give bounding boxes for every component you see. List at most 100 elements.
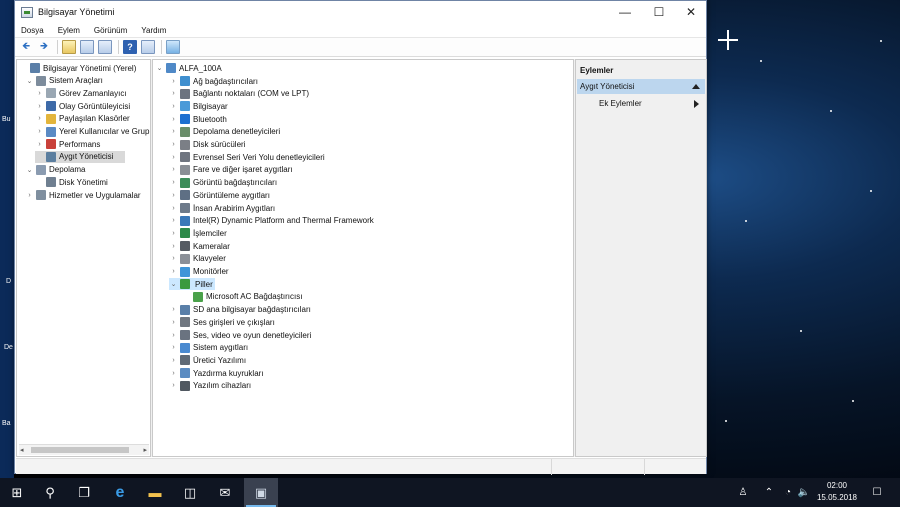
properties-icon[interactable] (98, 40, 112, 54)
device-category[interactable]: › Klavyeler (169, 253, 226, 265)
computer-management-taskbar-icon[interactable]: ▣ (244, 478, 278, 507)
expander-icon[interactable]: › (169, 306, 178, 313)
expander-icon[interactable]: ⌄ (25, 166, 34, 174)
device-category[interactable]: › İnsan Arabirim Aygıtları (169, 202, 275, 214)
scrollbar-thumb[interactable] (31, 447, 129, 453)
tree-item[interactable]: › Hizmetler ve Uygulamalar (25, 189, 141, 201)
device-category[interactable]: ⌄ Piller (169, 278, 215, 291)
device-category[interactable]: › Sistem aygıtları (169, 342, 248, 354)
menu-help[interactable]: Yardım (141, 26, 166, 35)
device-category[interactable]: › Bluetooth (169, 113, 227, 125)
edge-icon[interactable]: e (103, 478, 137, 507)
menu-file[interactable]: Dosya (21, 26, 44, 35)
actions-section-device-manager[interactable]: Aygıt Yöneticisi (577, 79, 705, 94)
expander-icon[interactable]: ⌄ (155, 64, 164, 72)
expander-icon[interactable]: › (169, 332, 178, 339)
device-root[interactable]: ⌄ ALFA_100A (155, 62, 222, 74)
device-category[interactable]: › Intel(R) Dynamic Platform and Thermal F… (169, 215, 374, 227)
expander-icon[interactable]: › (169, 192, 178, 199)
expander-icon[interactable]: › (35, 103, 44, 110)
expander-icon[interactable]: › (169, 243, 178, 250)
expander-icon[interactable]: › (169, 344, 178, 351)
network-icon[interactable]: ◔ (780, 478, 796, 507)
desktop-icon-label[interactable]: Ba (2, 420, 11, 427)
device-category[interactable]: › Görüntü bağdaştırıcıları (169, 177, 277, 189)
expander-icon[interactable]: ⌄ (25, 77, 34, 85)
store-icon[interactable]: ◫ (173, 478, 207, 507)
tree-item[interactable]: ⌄ Depolama (25, 164, 85, 176)
device-category[interactable]: › Bilgisayar (169, 100, 228, 112)
expander-icon[interactable]: › (169, 154, 178, 161)
expander-icon[interactable]: › (169, 319, 178, 326)
collapse-up-icon[interactable] (692, 84, 700, 89)
device-category[interactable]: › Görüntüleme aygıtları (169, 189, 270, 201)
tree-item[interactable]: › Görev Zamanlayıcı (35, 87, 127, 99)
expander-icon[interactable]: › (35, 90, 44, 97)
tree-item[interactable]: › Yerel Kullanıcılar ve Grup (35, 126, 149, 138)
device-category[interactable]: › Disk sürücüleri (169, 139, 245, 151)
device-category[interactable]: › Ses, video ve oyun denetleyicileri (169, 329, 311, 341)
device-category[interactable]: › Ağ bağdaştırıcıları (169, 75, 258, 87)
expander-icon[interactable]: › (169, 103, 178, 110)
device-category[interactable]: › SD ana bilgisayar bağdaştırıcıları (169, 304, 311, 316)
device-category[interactable]: › Kameralar (169, 240, 230, 252)
tree-item[interactable]: › Paylaşılan Klasörler (35, 113, 130, 125)
minimize-button[interactable]: — (608, 1, 642, 23)
start-icon[interactable]: ⊞ (0, 478, 34, 507)
forward-arrow-icon[interactable]: 🡺 (37, 40, 51, 54)
up-folder-icon[interactable] (62, 40, 76, 54)
tree-item[interactable]: Disk Yönetimi (35, 176, 108, 188)
desktop-icon-label[interactable]: Bu (2, 116, 11, 123)
expander-icon[interactable]: › (169, 230, 178, 237)
expander-icon[interactable]: › (169, 255, 178, 262)
expander-icon[interactable]: › (169, 166, 178, 173)
device-category[interactable]: › Depolama denetleyicileri (169, 126, 280, 138)
back-arrow-icon[interactable]: 🡸 (19, 40, 33, 54)
desktop-icon-label[interactable]: D (6, 278, 11, 285)
people-icon[interactable]: ♙ (734, 478, 752, 507)
expander-icon[interactable]: › (169, 128, 178, 135)
device-category[interactable]: › Monitörler (169, 266, 229, 278)
maximize-button[interactable]: ☐ (642, 1, 676, 23)
expander-icon[interactable]: › (169, 370, 178, 377)
expander-icon[interactable]: › (169, 217, 178, 224)
show-hide-tree-icon[interactable] (80, 40, 94, 54)
title-bar[interactable]: Bilgisayar Yönetimi — ☐ ✕ (15, 1, 706, 23)
search-icon[interactable]: ⚲ (33, 478, 67, 507)
expander-icon[interactable]: › (169, 90, 178, 97)
clock[interactable]: 02:00 15.05.2018 (808, 480, 866, 504)
expander-icon[interactable]: › (35, 115, 44, 122)
task-view-icon[interactable]: ❐ (67, 478, 101, 507)
action-pane-icon[interactable] (141, 40, 155, 54)
device-category[interactable]: › Yazılım cihazları (169, 380, 251, 392)
expander-icon[interactable]: › (35, 128, 44, 135)
tree-item[interactable]: Aygıt Yöneticisi (35, 150, 125, 163)
expander-icon[interactable]: › (169, 141, 178, 148)
device-category[interactable]: › Bağlantı noktaları (COM ve LPT) (169, 88, 309, 100)
device-category[interactable]: › Fare ve diğer işaret aygıtları (169, 164, 293, 176)
tree-item[interactable]: › Olay Görüntüleyicisi (35, 100, 130, 112)
expander-icon[interactable]: › (25, 192, 34, 199)
tree-item[interactable]: › Performans (35, 138, 100, 150)
horizontal-scrollbar[interactable]: ◂ ▸ (19, 444, 149, 455)
more-actions-item[interactable]: Ek Eylemler (577, 97, 705, 110)
device-category[interactable]: › İşlemciler (169, 227, 227, 239)
mail-icon[interactable]: ✉ (208, 478, 242, 507)
expander-icon[interactable]: › (169, 78, 178, 85)
expander-icon[interactable]: › (35, 141, 44, 148)
expander-icon[interactable]: › (169, 357, 178, 364)
menu-action[interactable]: Eylem (58, 26, 80, 35)
menu-view[interactable]: Görünüm (94, 26, 127, 35)
notification-icon[interactable]: ☐ (868, 478, 886, 507)
expander-icon[interactable]: › (169, 179, 178, 186)
tree-item[interactable]: ⌄ Sistem Araçları (25, 75, 103, 87)
scroll-right-icon[interactable]: ▸ (143, 446, 147, 454)
device-category[interactable]: › Yazdırma kuyrukları (169, 367, 264, 379)
scroll-left-icon[interactable]: ◂ (20, 446, 24, 454)
expander-icon[interactable]: › (169, 205, 178, 212)
expander-icon[interactable]: › (169, 382, 178, 389)
tree-item[interactable]: Bilgisayar Yönetimi (Yerel) (19, 62, 136, 74)
expander-icon[interactable]: › (169, 116, 178, 123)
close-button[interactable]: ✕ (674, 1, 708, 23)
expander-icon[interactable]: › (169, 268, 178, 275)
